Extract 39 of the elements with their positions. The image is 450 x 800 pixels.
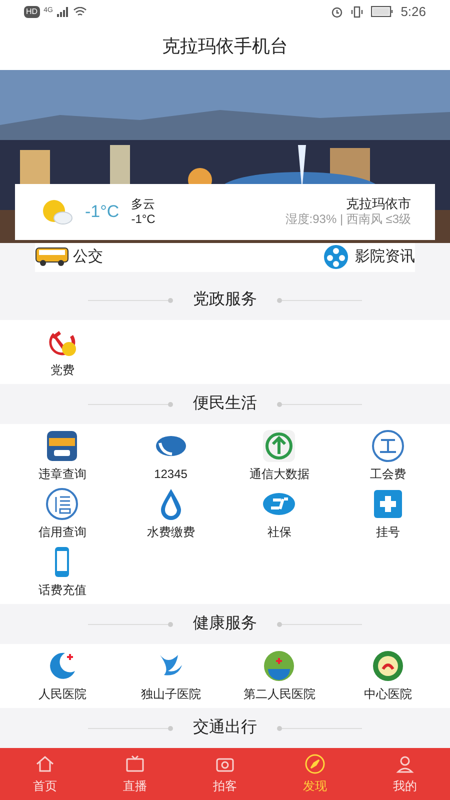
low-temperature: -1°C: [131, 212, 156, 227]
quick-link[interactable]: 影院资讯: [323, 244, 415, 270]
service-item[interactable]: 12345: [116, 427, 225, 486]
service-item[interactable]: 挂号: [334, 485, 442, 544]
service-item[interactable]: 独山子医院: [116, 647, 225, 706]
alarm-icon: [330, 6, 343, 18]
hospital-emblem-icon: [370, 649, 405, 684]
hd-indicator: HD: [24, 6, 40, 18]
service-item[interactable]: 通信大数据: [225, 427, 334, 486]
battery-icon: [370, 6, 393, 18]
service-item[interactable]: 人民医院: [8, 647, 116, 706]
weather-condition: 多云: [131, 196, 156, 212]
section-title: 交通出行: [193, 718, 257, 738]
wifi-icon: [72, 6, 87, 17]
app-title: 克拉玛依手机台: [162, 35, 288, 58]
city-name: 克拉玛依市: [346, 196, 411, 212]
vibrate-icon: [350, 6, 363, 18]
service-item[interactable]: 水费缴费: [116, 485, 225, 544]
service-item[interactable]: 中心医院: [334, 647, 442, 706]
clock-time: 5:26: [400, 3, 426, 22]
service-item[interactable]: 信用查询: [8, 485, 116, 544]
service-item[interactable]: 话费充值: [8, 543, 116, 602]
compass-icon: [304, 753, 326, 776]
humidity-wind: 湿度:93% | 西南风 ≤3级: [285, 212, 411, 228]
section-title: 党政服务: [193, 290, 257, 310]
union-icon: [370, 429, 405, 464]
hospital-logo-icon: [262, 649, 296, 684]
signal-icon: [56, 6, 69, 17]
service-item[interactable]: 社保: [225, 485, 334, 544]
arrow-up-icon: [262, 429, 296, 464]
section-title: 健康服务: [193, 614, 257, 634]
service-item[interactable]: 违章查询: [8, 427, 116, 486]
tab-bar-item[interactable]: 我的: [360, 748, 450, 800]
service-item[interactable]: 工会费: [334, 427, 442, 486]
section-title: 便民生活: [193, 394, 257, 414]
credit-icon: [45, 487, 80, 522]
temperature: -1°C: [85, 200, 120, 223]
service-item[interactable]: 第二人民医院: [225, 647, 334, 706]
quick-link[interactable]: 公交: [35, 246, 103, 269]
